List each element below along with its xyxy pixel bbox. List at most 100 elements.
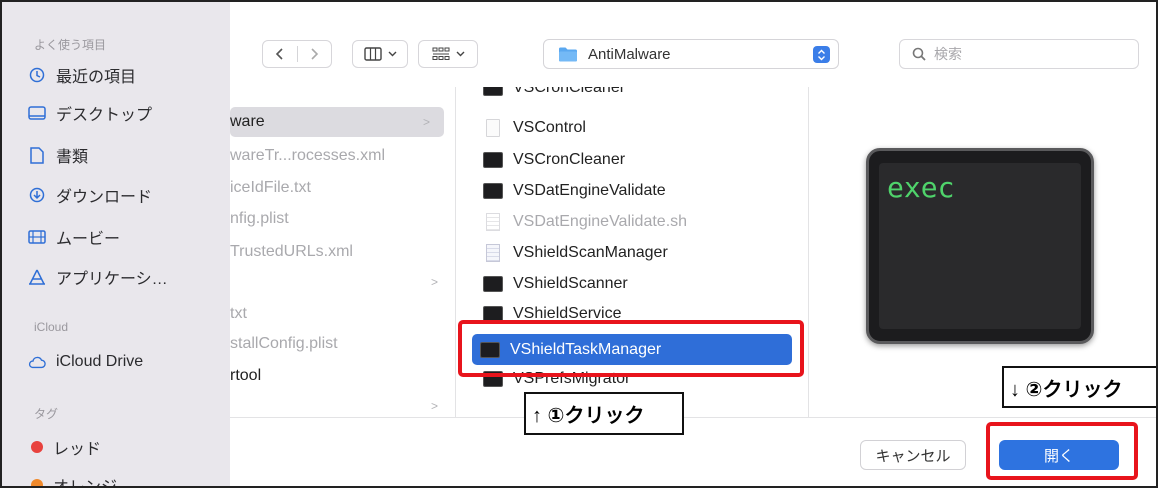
- executable-icon: [483, 183, 503, 199]
- chevron-down-icon: [456, 51, 464, 57]
- clock-icon: [28, 66, 46, 84]
- download-icon: [28, 186, 46, 204]
- sidebar-item-tag-orange[interactable]: オレンジ: [28, 470, 118, 488]
- item-label: VSControl: [513, 119, 586, 136]
- search-icon: [912, 47, 926, 61]
- tags-header: タグ: [34, 407, 59, 421]
- sidebar-item-downloads[interactable]: ダウンロード: [28, 180, 152, 210]
- desktop-icon: [28, 104, 46, 122]
- icloud-header: iCloud: [34, 320, 69, 334]
- sidebar-item-label: 書類: [56, 149, 89, 166]
- sidebar-item-tag-red[interactable]: レッド: [28, 432, 101, 462]
- list-item[interactable]: stallConfig.plist: [230, 329, 452, 359]
- sidebar-item-label: iCloud Drive: [56, 353, 144, 370]
- executable-icon: [483, 87, 503, 96]
- list-item[interactable]: VSCronCleaner: [475, 87, 793, 103]
- list-item[interactable]: VSCronCleaner: [475, 145, 793, 175]
- sidebar-item-label: オレンジ: [53, 479, 118, 488]
- parent-column: ware > wareTr...rocesses.xml iceIdFile.tx…: [230, 87, 456, 417]
- list-item[interactable]: rtool: [230, 361, 452, 391]
- item-label: rtool: [230, 367, 262, 384]
- item-label: VSCronCleaner: [513, 151, 626, 168]
- sidebar-item-movies[interactable]: ムービー: [28, 222, 120, 252]
- sidebar-item-label: レッド: [53, 441, 102, 458]
- cloud-icon: [28, 353, 46, 371]
- folder-icon: [559, 47, 577, 62]
- search-placeholder: 検索: [934, 46, 962, 62]
- list-item[interactable]: VShieldScanner: [475, 269, 793, 299]
- forward-button[interactable]: [297, 41, 331, 67]
- list-item[interactable]: ware >: [230, 107, 444, 137]
- list-item[interactable]: txt: [230, 299, 452, 329]
- sidebar-item-applications[interactable]: アプリケーシ…: [28, 262, 168, 292]
- executable-icon: [483, 276, 503, 292]
- sidebar-item-label: 最近の項目: [56, 69, 137, 86]
- sidebar-item-label: ムービー: [56, 231, 121, 248]
- column-view-control[interactable]: [353, 41, 407, 67]
- view-mode-button[interactable]: [352, 40, 408, 68]
- highlight-selected-file: [458, 320, 804, 377]
- back-button[interactable]: [263, 41, 297, 67]
- item-label: VSDatEngineValidate.sh: [513, 213, 688, 230]
- list-item[interactable]: nfig.plist: [230, 204, 452, 234]
- document-icon: [28, 146, 46, 164]
- highlight-open-button: [986, 422, 1138, 480]
- location-popup[interactable]: AntiMalware: [543, 39, 839, 69]
- grid-icon: [432, 47, 449, 60]
- list-item[interactable]: TrustedURLs.xml: [230, 237, 452, 267]
- group-control[interactable]: [419, 41, 477, 67]
- script-file-icon: [486, 213, 500, 231]
- list-item[interactable]: VShieldScanManager: [475, 238, 793, 268]
- item-label: txt: [230, 305, 247, 322]
- column-view-icon: [363, 47, 382, 61]
- chevron-right-icon: >: [430, 399, 438, 413]
- item-label: iceIdFile.txt: [230, 179, 311, 196]
- group-button[interactable]: [418, 40, 478, 68]
- sidebar-item-label: ダウンロード: [56, 189, 153, 206]
- cancel-button[interactable]: キャンセル: [860, 440, 966, 470]
- item-label: ware: [230, 113, 265, 130]
- list-item[interactable]: iceIdFile.txt: [230, 173, 452, 203]
- item-label: wareTr...rocesses.xml: [230, 147, 385, 164]
- tag-dot-icon: [31, 441, 43, 453]
- item-label: nfig.plist: [230, 210, 289, 227]
- sidebar-item-desktop[interactable]: デスクトップ: [28, 98, 152, 128]
- exec-icon-label: exec: [887, 171, 955, 204]
- film-icon: [28, 228, 46, 246]
- chevron-right-icon: [311, 48, 319, 60]
- item-label: TrustedURLs.xml: [230, 243, 353, 260]
- sidebar: よく使う項目 最近の項目 デスクトップ 書類 ダウンロード ムービー アプリケー…: [2, 2, 230, 488]
- list-item[interactable]: VSDatEngineValidate: [475, 176, 793, 206]
- favorites-header: よく使う項目: [34, 38, 107, 52]
- list-item[interactable]: wareTr...rocesses.xml: [230, 141, 452, 171]
- sidebar-item-documents[interactable]: 書類: [28, 140, 88, 170]
- item-label: VShieldScanManager: [513, 244, 668, 261]
- list-item[interactable]: >: [230, 391, 452, 417]
- nav-buttons: [262, 40, 332, 68]
- file-open-dialog: よく使う項目 最近の項目 デスクトップ 書類 ダウンロード ムービー アプリケー…: [0, 0, 1158, 488]
- search-field[interactable]: 検索: [899, 39, 1139, 69]
- step2-callout: ↓ ②クリック: [1002, 366, 1156, 408]
- list-item[interactable]: VSControl: [475, 113, 793, 143]
- item-label: VShieldScanner: [513, 275, 628, 292]
- list-item[interactable]: VSDatEngineValidate.sh: [475, 207, 793, 237]
- sidebar-item-recents[interactable]: 最近の項目: [28, 60, 136, 90]
- terminal-exec-icon: exec: [866, 148, 1094, 344]
- list-item[interactable]: >: [230, 267, 452, 297]
- file-icon: [486, 119, 500, 137]
- sidebar-item-label: アプリケーシ…: [56, 271, 168, 288]
- app-file-icon: [486, 244, 500, 262]
- location-label: AntiMalware: [588, 45, 671, 63]
- chevron-right-icon: >: [430, 275, 438, 289]
- executable-icon: [483, 152, 503, 168]
- sidebar-item-icloud-drive[interactable]: iCloud Drive: [28, 347, 143, 377]
- chevron-down-icon: [388, 51, 396, 57]
- item-label: VSDatEngineValidate: [513, 182, 666, 199]
- item-label: stallConfig.plist: [230, 335, 338, 352]
- applications-icon: [28, 268, 46, 286]
- item-label: VSCronCleaner: [513, 87, 626, 96]
- chevron-left-icon: [275, 48, 283, 60]
- sidebar-item-label: デスクトップ: [56, 107, 153, 124]
- step1-callout: ↑ ①クリック: [524, 392, 684, 435]
- up-down-chevron-icon: [813, 46, 830, 63]
